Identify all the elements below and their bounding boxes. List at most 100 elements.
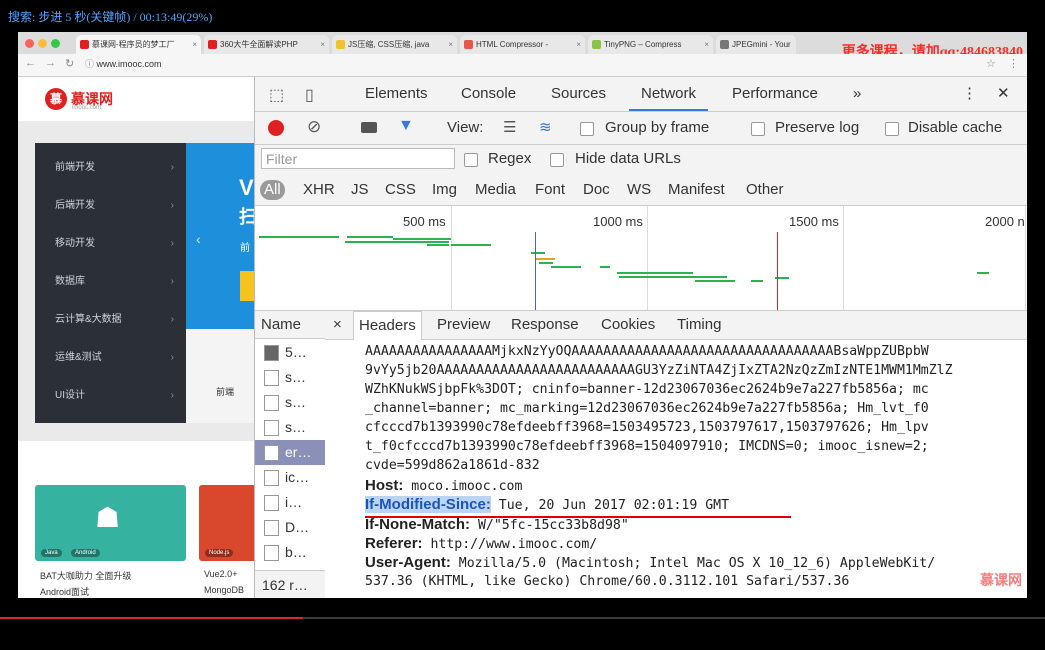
record-icon[interactable] <box>268 120 284 136</box>
minimize-window-icon[interactable] <box>38 39 47 48</box>
regex-checkbox[interactable] <box>464 153 478 167</box>
tab-response[interactable]: Response <box>511 311 579 339</box>
filter-input[interactable]: Filter <box>261 148 455 169</box>
request-row[interactable]: b… <box>255 540 325 565</box>
request-row[interactable]: 5… <box>255 340 325 365</box>
tab-label: HTML Compressor - <box>476 40 549 49</box>
devtools-menu-icon[interactable]: ⋮ <box>962 77 977 111</box>
browser-tab[interactable]: TinyPNG – Compress × <box>588 35 713 54</box>
browser-tab[interactable]: 慕课网-程序员的梦工厂 × <box>76 35 201 54</box>
watermark-logo: 慕课网 <box>980 572 1022 588</box>
type-manifest[interactable]: Manifest <box>668 180 725 200</box>
type-media[interactable]: Media <box>475 180 516 200</box>
hide-data-urls-label: Hide data URLs <box>575 150 681 167</box>
preserve-log-checkbox[interactable] <box>751 122 765 136</box>
request-name: s… <box>285 369 306 385</box>
request-row[interactable]: s… <box>255 365 325 390</box>
category-item[interactable]: 前端开发 › <box>35 149 186 187</box>
browser-tab[interactable]: HTML Compressor - × <box>460 35 585 54</box>
course-card[interactable]: ☗ Java Android <box>35 485 186 561</box>
type-all[interactable]: All <box>260 180 285 200</box>
device-toolbar-icon[interactable]: ▯ <box>305 85 314 105</box>
clear-icon[interactable]: ⊘ <box>307 117 321 137</box>
request-name: ic… <box>285 469 310 485</box>
network-overview-timeline[interactable]: 500 ms 1000 ms 1500 ms 2000 n <box>255 206 1027 311</box>
type-img[interactable]: Img <box>432 180 457 200</box>
tab-sources[interactable]: Sources <box>551 77 606 111</box>
type-js[interactable]: JS <box>351 180 369 200</box>
course-card[interactable]: Node.js <box>199 485 254 561</box>
type-css[interactable]: CSS <box>385 180 416 200</box>
forward-icon[interactable]: → <box>45 57 56 69</box>
tab-label: 慕课网-程序员的梦工厂 <box>92 40 175 49</box>
tab-close-icon[interactable]: × <box>704 35 709 54</box>
banner-title: V <box>239 175 254 200</box>
category-item[interactable]: 移动开发 › <box>35 225 186 263</box>
tab-close-icon[interactable]: × <box>192 35 197 54</box>
timeline-bar <box>600 266 610 268</box>
header-value: W/"5fc-15cc33b8d98" <box>470 518 629 533</box>
close-window-icon[interactable] <box>25 39 34 48</box>
tab-timing[interactable]: Timing <box>677 311 721 339</box>
type-ws[interactable]: WS <box>627 180 651 200</box>
name-column-header[interactable]: Name <box>255 311 325 339</box>
request-row-selected[interactable]: er… <box>255 440 325 465</box>
more-tabs-icon[interactable]: » <box>853 77 861 111</box>
tab-console[interactable]: Console <box>461 77 516 111</box>
request-row[interactable]: ic… <box>255 465 325 490</box>
filter-icon[interactable]: ▼ <box>398 117 414 135</box>
cookie-line: cvde=599d862a1861d-832 <box>365 458 540 473</box>
group-by-frame-checkbox[interactable] <box>580 122 594 136</box>
devtools-close-icon[interactable]: ✕ <box>997 77 1010 111</box>
category-item[interactable]: 运维&测试 › <box>35 339 186 377</box>
category-label: 后端开发 <box>55 200 95 211</box>
request-row[interactable]: s… <box>255 390 325 415</box>
category-item[interactable]: UI设计 › <box>35 377 186 415</box>
tab-close-icon[interactable]: × <box>576 35 581 54</box>
waterfall-view-icon[interactable]: ≋ <box>539 118 552 136</box>
reload-icon[interactable]: ↻ <box>65 57 74 70</box>
capture-screenshots-icon[interactable] <box>361 122 377 133</box>
tab-elements[interactable]: Elements <box>365 77 428 111</box>
tab-performance[interactable]: Performance <box>732 77 818 111</box>
category-item[interactable]: 云计算&大数据 › <box>35 301 186 339</box>
category-item[interactable]: 数据库 › <box>35 263 186 301</box>
url-field[interactable]: ⓘ www.imooc.com <box>85 57 325 72</box>
close-detail-icon[interactable]: × <box>333 311 342 339</box>
type-doc[interactable]: Doc <box>583 180 610 200</box>
type-xhr[interactable]: XHR <box>303 180 335 200</box>
file-icon <box>264 545 279 561</box>
maximize-window-icon[interactable] <box>51 39 60 48</box>
banner-yellow-button[interactable] <box>240 271 254 301</box>
back-icon[interactable]: ← <box>25 57 36 69</box>
disable-cache-checkbox[interactable] <box>885 122 899 136</box>
browser-tab[interactable]: JPEGmini - Your <box>716 35 796 54</box>
request-name: b… <box>285 544 307 560</box>
browser-tab[interactable]: JS压缩, CSS压缩, java × <box>332 35 457 54</box>
request-row[interactable]: i… <box>255 490 325 515</box>
tab-network[interactable]: Network <box>629 77 709 111</box>
hero-banner[interactable]: ‹ V 扫 前 前端 <box>186 143 254 423</box>
tab-close-icon[interactable]: × <box>320 35 325 54</box>
request-row[interactable]: s… <box>255 415 325 440</box>
carousel-prev-icon[interactable]: ‹ <box>196 231 201 247</box>
tab-preview[interactable]: Preview <box>437 311 490 339</box>
cookie-line: _channel=banner; mc_marking=12d23067036e… <box>365 401 929 416</box>
inspect-element-icon[interactable]: ⬚ <box>269 85 284 105</box>
request-row[interactable]: D… <box>255 515 325 540</box>
category-item[interactable]: 后端开发 › <box>35 187 186 225</box>
tab-cookies[interactable]: Cookies <box>601 311 655 339</box>
hide-data-urls-checkbox[interactable] <box>550 153 564 167</box>
tab-close-icon[interactable]: × <box>448 35 453 54</box>
browser-tab[interactable]: 360大牛全面解读PHP × <box>204 35 329 54</box>
bookmark-star-icon[interactable]: ☆ <box>986 57 996 70</box>
course-caption: Android面试 <box>40 587 90 597</box>
category-label: 运维&测试 <box>55 352 102 363</box>
file-icon <box>264 370 279 386</box>
large-rows-icon[interactable]: ☰ <box>503 118 516 136</box>
type-font[interactable]: Font <box>535 180 565 200</box>
tab-headers[interactable]: Headers <box>353 311 422 340</box>
course-tag: Node.js <box>205 549 234 557</box>
type-other[interactable]: Other <box>746 180 784 200</box>
browser-menu-icon[interactable]: ⋮ <box>1008 57 1019 70</box>
